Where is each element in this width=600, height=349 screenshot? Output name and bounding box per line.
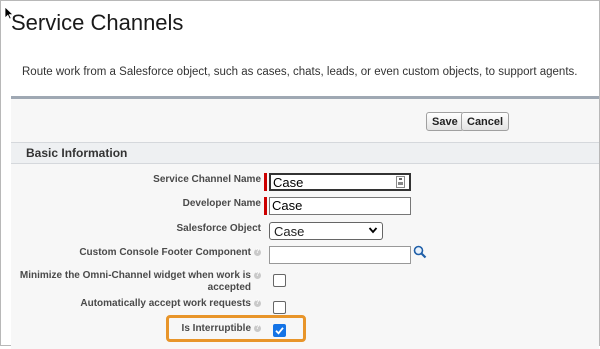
keyboard-icon <box>396 176 405 188</box>
service-channel-name-value: Case <box>273 175 304 190</box>
help-icon[interactable]: ? <box>254 272 261 279</box>
help-icon[interactable]: ? <box>254 325 261 332</box>
service-channel-name-label: Service Channel Name <box>153 174 261 185</box>
page-title: Service Channels <box>11 10 184 35</box>
developer-name-label: Developer Name <box>182 198 261 209</box>
is-interruptible-label: Is Interruptible <box>181 323 251 334</box>
custom-console-footer-input[interactable] <box>269 246 411 264</box>
section-header: Basic Information <box>11 142 599 164</box>
auto-accept-checkbox[interactable] <box>273 301 286 314</box>
detail-panel: Save Cancel Basic Information Service Ch… <box>11 96 599 349</box>
minimize-widget-label-line1: Minimize the Omni-Channel widget when wo… <box>19 270 251 281</box>
help-icon[interactable]: ? <box>254 300 261 307</box>
service-channel-name-input[interactable]: Case <box>269 173 411 191</box>
cancel-button[interactable]: Cancel <box>461 112 510 131</box>
developer-name-value: Case <box>272 198 303 213</box>
required-indicator <box>264 197 267 215</box>
required-indicator <box>264 173 267 191</box>
custom-console-footer-label: Custom Console Footer Component <box>79 247 251 258</box>
chevron-down-icon <box>368 227 378 234</box>
minimize-widget-checkbox[interactable] <box>273 274 286 287</box>
minimize-widget-label-line2: accepted <box>207 282 251 293</box>
save-button[interactable]: Save <box>426 112 464 131</box>
page-description: Route work from a Salesforce object, suc… <box>22 66 578 78</box>
is-interruptible-checkbox[interactable] <box>273 324 286 337</box>
salesforce-object-label: Salesforce Object <box>176 223 261 234</box>
checkmark-icon <box>275 327 284 335</box>
auto-accept-label: Automatically accept work requests <box>80 298 251 309</box>
section-title: Basic Information <box>26 146 128 160</box>
developer-name-input[interactable]: Case <box>269 197 411 215</box>
salesforce-object-select[interactable]: Case <box>269 222 383 240</box>
help-icon[interactable]: ? <box>254 249 261 256</box>
salesforce-object-value: Case <box>274 224 305 239</box>
magnifier-icon[interactable] <box>413 245 427 259</box>
minimize-widget-label: Minimize the Omni-Channel widget when wo… <box>20 270 251 294</box>
